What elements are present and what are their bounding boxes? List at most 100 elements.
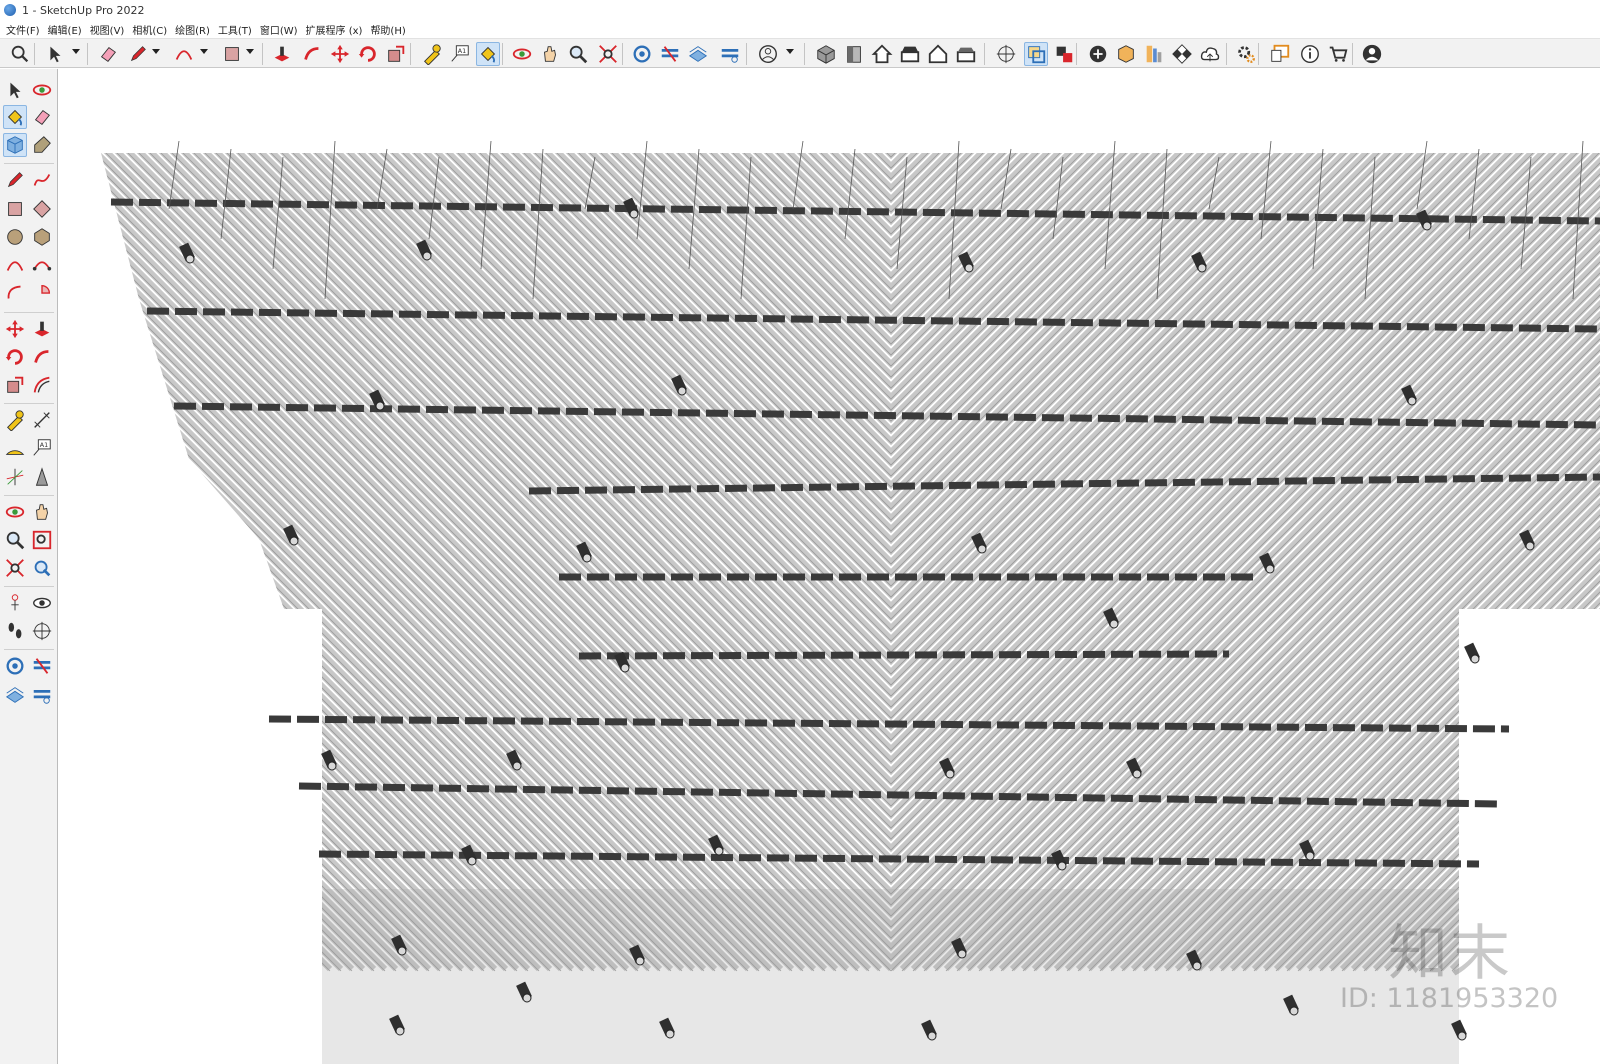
photo-texture-button[interactable] [1142,42,1166,66]
menu-draw[interactable]: 绘图(R) [171,22,214,37]
move-button[interactable] [328,42,352,66]
checker-button[interactable] [1170,42,1194,66]
text-button[interactable]: A1 [448,42,472,66]
protractor-tool-button[interactable] [3,436,27,460]
select-button[interactable] [43,42,67,66]
section-plane-tool-button[interactable] [30,619,54,643]
component-tool-button[interactable] [3,133,27,157]
tape-measure-tool-button[interactable] [3,408,27,432]
offset-tool-button[interactable] [30,373,54,397]
section-fill-button[interactable] [1052,42,1076,66]
dimension-tool-button[interactable] [30,408,54,432]
menu-window[interactable]: 窗口(W) [256,22,302,37]
search-button[interactable] [8,42,32,66]
chevron-down-icon[interactable] [246,49,254,54]
rectangle-button[interactable] [220,42,244,66]
eraser-tool-button[interactable] [30,105,54,129]
paint-bucket-button[interactable] [476,42,500,66]
scale-button[interactable] [384,42,408,66]
scale-tool-button[interactable] [3,373,27,397]
polygon-tool-button[interactable] [30,225,54,249]
cloud-upload-button[interactable] [1198,42,1222,66]
cart-button[interactable] [1326,42,1350,66]
zoom-button[interactable] [566,42,590,66]
position-camera-tool-button[interactable] [3,591,27,615]
arc-button[interactable] [172,42,196,66]
move-tool-button[interactable] [3,317,27,341]
home-view-button[interactable] [870,42,894,66]
rotate-button[interactable] [356,42,380,66]
iso-view-button[interactable] [814,42,838,66]
menu-view[interactable]: 视图(V) [86,22,129,37]
zoom-extents-button[interactable] [596,42,620,66]
back-view-button[interactable] [954,42,978,66]
axes-tool-button[interactable] [3,465,27,489]
follow-me-button[interactable] [300,42,324,66]
menu-file[interactable]: 文件(F) [2,22,44,37]
pencil-button[interactable] [126,42,150,66]
zoom-window-tool-button[interactable] [30,528,54,552]
zoom-tool-button[interactable] [3,528,27,552]
previous-view-tool-button[interactable] [30,556,54,580]
pencil-tool-button[interactable] [3,168,27,192]
menu-tools[interactable]: 工具(T) [214,22,256,37]
pan-tool-button[interactable] [30,500,54,524]
3-point-arc-tool-button[interactable] [3,281,27,305]
text-tool-button[interactable]: A1 [30,436,54,460]
eraser-button[interactable] [96,42,120,66]
rotated-rectangle-tool-button[interactable] [30,197,54,221]
3d-text-tool-button[interactable] [30,465,54,489]
dialog-button[interactable] [1268,42,1292,66]
info-button[interactable] [1298,42,1322,66]
menu-extensions[interactable]: 扩展程序 (x) [302,22,367,37]
orbit-button[interactable] [510,42,534,66]
follow-me-tool-button[interactable] [30,345,54,369]
look-around-tool-button[interactable] [30,591,54,615]
orbit-tool-button[interactable] [30,78,54,102]
section-plane-button[interactable] [994,42,1018,66]
profile-button[interactable] [1360,42,1384,66]
ceiling-model[interactable] [59,69,1600,1064]
circle-tool-button[interactable] [3,225,27,249]
orbit-2-tool-button[interactable] [3,500,27,524]
2-point-arc-tool-button[interactable] [30,253,54,277]
zoom-extents-tool-button[interactable] [3,556,27,580]
push-pull-button[interactable] [270,42,294,66]
top-view-button[interactable] [898,42,922,66]
tape-measure-button[interactable] [420,42,444,66]
right-view-button[interactable] [926,42,950,66]
add-location-button[interactable] [1086,42,1110,66]
pie-tool-button[interactable] [30,281,54,305]
layers-tool-button[interactable] [30,683,54,707]
sandbox-tool-button[interactable] [3,683,27,707]
rotate-tool-button[interactable] [3,345,27,369]
extension-tool-button[interactable] [30,654,54,678]
warehouse-button[interactable] [630,42,654,66]
front-view-button[interactable] [842,42,866,66]
sandbox-button[interactable] [686,42,710,66]
push-pull-tool-button[interactable] [30,317,54,341]
chevron-down-icon[interactable] [200,49,208,54]
menu-help[interactable]: 帮助(H) [366,22,409,37]
warehouse-tool-button[interactable] [3,654,27,678]
chevron-down-icon[interactable] [786,49,794,54]
model-viewport[interactable] [59,69,1600,1064]
chevron-down-icon[interactable] [72,49,80,54]
menu-camera[interactable]: 相机(C) [128,22,171,37]
section-display-button[interactable] [1024,42,1048,66]
extension-warehouse-button[interactable] [658,42,682,66]
chevron-down-icon[interactable] [152,49,160,54]
terrain-button[interactable] [1114,42,1138,66]
select-tool-button[interactable] [3,78,27,102]
freehand-tool-button[interactable] [30,168,54,192]
arc-tool-button[interactable] [3,253,27,277]
settings-button[interactable] [1234,42,1258,66]
tag-tool-button[interactable] [30,133,54,157]
account-button[interactable] [756,42,780,66]
paint-bucket-tool-button[interactable] [3,105,27,129]
rectangle-tool-button[interactable] [3,197,27,221]
pan-button[interactable] [538,42,562,66]
menu-edit[interactable]: 编辑(E) [44,22,86,37]
walk-tool-button[interactable] [3,619,27,643]
layers-button[interactable] [718,42,742,66]
